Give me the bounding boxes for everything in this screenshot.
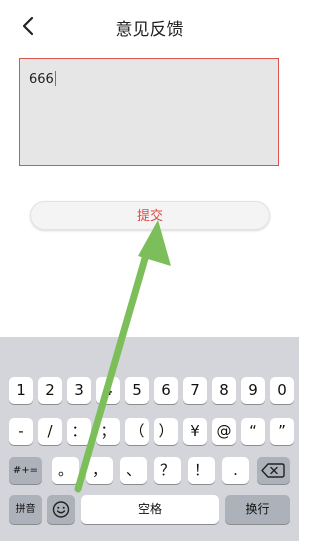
key-3[interactable]: 3 bbox=[67, 377, 91, 404]
key-comma-cn[interactable]: ， bbox=[86, 457, 113, 484]
key-pinyin[interactable]: 拼音 bbox=[9, 495, 42, 524]
key-yen[interactable]: ¥ bbox=[183, 418, 207, 445]
key-exclamation[interactable]: ！ bbox=[188, 457, 215, 484]
keyboard: 1 2 3 4 5 6 7 8 9 0 - / ： ； （ ） ¥ @ “ ” … bbox=[0, 337, 299, 541]
key-symbols[interactable]: #+= bbox=[9, 457, 42, 484]
text-cursor bbox=[54, 71, 57, 86]
key-0[interactable]: 0 bbox=[270, 377, 294, 404]
key-colon[interactable]: ： bbox=[67, 418, 91, 445]
key-dot[interactable]: . bbox=[222, 457, 249, 484]
key-hyphen[interactable]: - bbox=[9, 418, 33, 445]
key-7[interactable]: 7 bbox=[183, 377, 207, 404]
backspace-icon bbox=[261, 463, 285, 478]
key-2[interactable]: 2 bbox=[38, 377, 62, 404]
key-right-paren[interactable]: ） bbox=[154, 418, 178, 445]
page-title: 意见反馈 bbox=[115, 20, 184, 40]
key-9[interactable]: 9 bbox=[241, 377, 265, 404]
emoji-icon bbox=[52, 501, 70, 518]
key-6[interactable]: 6 bbox=[154, 377, 178, 404]
key-left-paren[interactable]: （ bbox=[125, 418, 149, 445]
return-key[interactable]: 换行 bbox=[225, 495, 290, 524]
space-key[interactable]: 空格 bbox=[81, 495, 219, 524]
submit-button[interactable]: 提交 bbox=[30, 201, 270, 230]
key-5[interactable]: 5 bbox=[125, 377, 149, 404]
key-at[interactable]: @ bbox=[212, 418, 236, 445]
key-1[interactable]: 1 bbox=[9, 377, 33, 404]
header: 意见反馈 bbox=[0, 0, 299, 52]
key-emoji[interactable] bbox=[47, 495, 75, 524]
key-enumeration-comma[interactable]: 、 bbox=[120, 457, 147, 484]
feedback-textarea[interactable]: 666 bbox=[19, 58, 279, 166]
key-period-cn[interactable]: 。 bbox=[52, 457, 79, 484]
key-left-quote[interactable]: “ bbox=[241, 418, 265, 445]
key-right-quote[interactable]: ” bbox=[270, 418, 294, 445]
key-8[interactable]: 8 bbox=[212, 377, 236, 404]
key-question[interactable]: ？ bbox=[154, 457, 181, 484]
key-semicolon[interactable]: ； bbox=[96, 418, 120, 445]
delete-key[interactable] bbox=[257, 457, 290, 484]
feedback-input-text: 666 bbox=[29, 72, 54, 87]
key-4[interactable]: 4 bbox=[96, 377, 120, 404]
key-slash[interactable]: / bbox=[38, 418, 62, 445]
feedback-text-value: 666 bbox=[29, 71, 57, 87]
